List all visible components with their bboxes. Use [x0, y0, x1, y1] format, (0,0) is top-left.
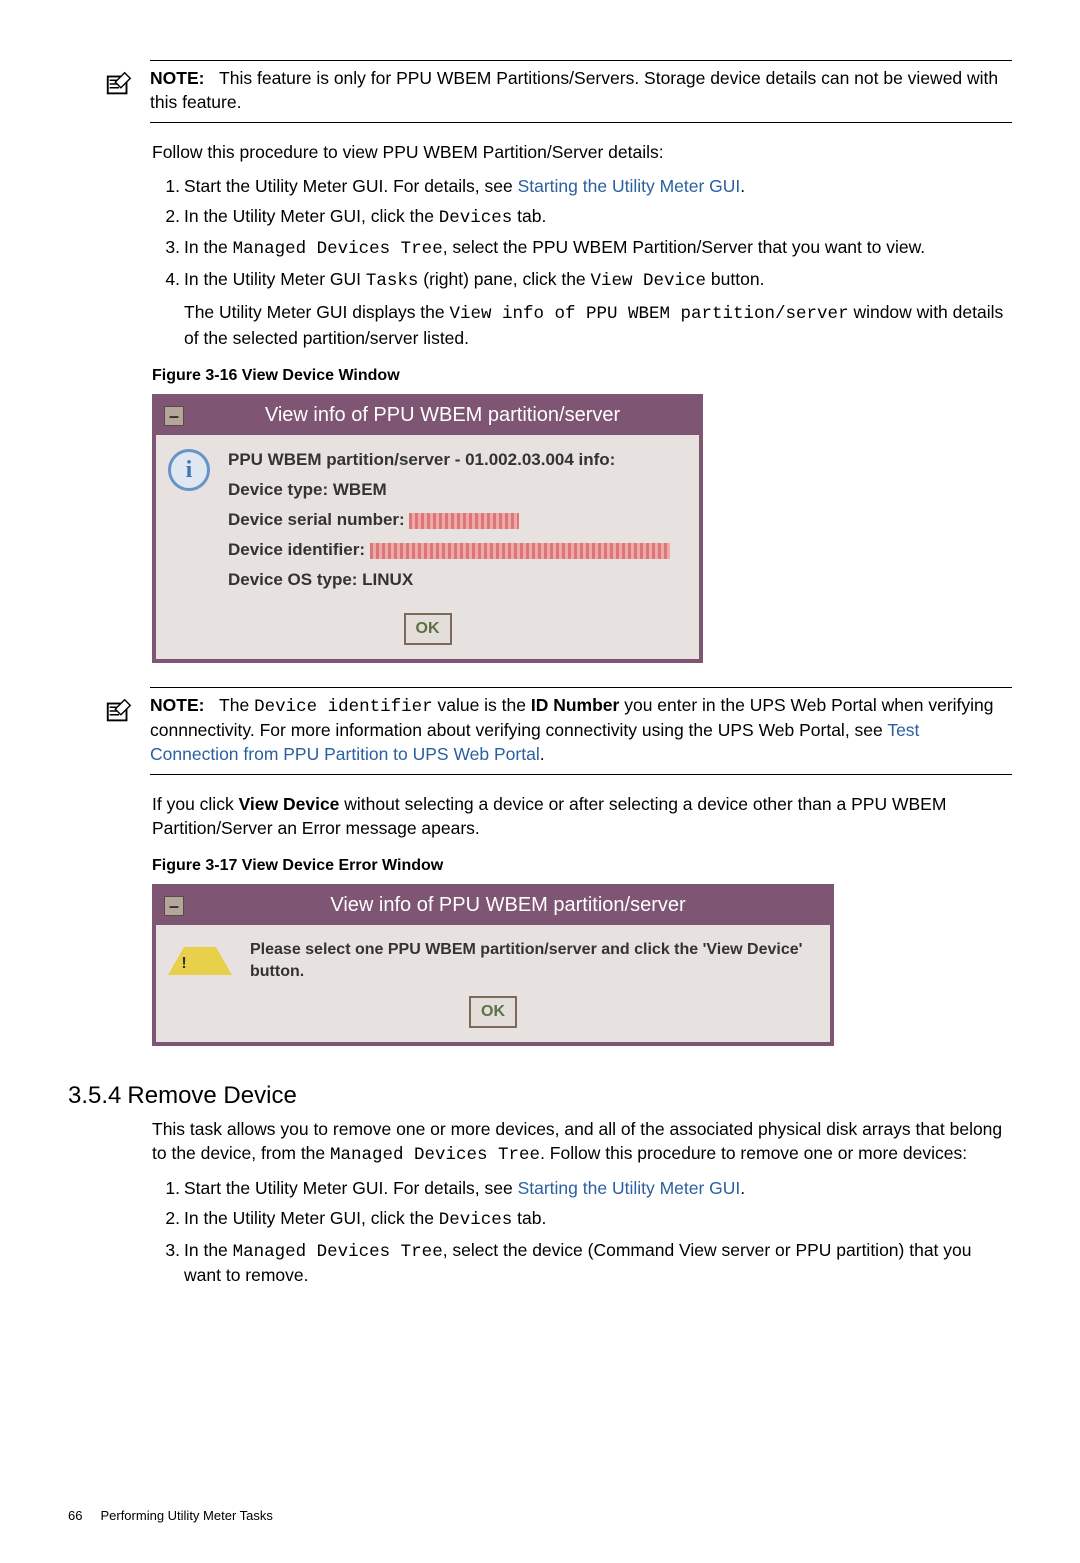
figure-caption-316: Figure 3-16 View Device Window [152, 365, 1012, 387]
view-device-dialog: – View info of PPU WBEM partition/server… [152, 394, 703, 662]
ok-button[interactable]: OK [404, 613, 452, 645]
dialog-info-lines: PPU WBEM partition/server - 01.002.03.00… [228, 449, 670, 599]
after-note-paragraph: If you click View Device without selecti… [152, 793, 1012, 840]
link-start-gui[interactable]: Starting the Utility Meter GUI [518, 176, 741, 196]
redacted-serial [409, 513, 519, 529]
info-icon: i [168, 449, 210, 491]
minimize-icon[interactable]: – [164, 896, 184, 916]
remove-intro: This task allows you to remove one or mo… [152, 1118, 1012, 1167]
section-number: 3.5.4 [68, 1082, 121, 1109]
note-label: NOTE: [150, 695, 204, 715]
view-device-error-dialog: – View info of PPU WBEM partition/server… [152, 884, 834, 1046]
ok-button[interactable]: OK [469, 996, 517, 1028]
step-3: In the Managed Devices Tree, select the … [152, 1239, 1012, 1288]
section-heading: 3.5.4Remove Device [68, 1082, 1012, 1110]
section-title: Remove Device [127, 1082, 296, 1109]
procedure-steps: Start the Utility Meter GUI. For details… [152, 175, 1012, 351]
note-body: This feature is only for PPU WBEM Partit… [150, 68, 998, 112]
dialog-titlebar: – View info of PPU WBEM partition/server [156, 398, 699, 435]
redacted-identifier [370, 543, 670, 559]
step-3: In the Managed Devices Tree, select the … [152, 236, 1012, 262]
figure-caption-317: Figure 3-17 View Device Error Window [152, 855, 1012, 877]
dialog-title: View info of PPU WBEM partition/server [194, 402, 691, 429]
link-start-gui[interactable]: Starting the Utility Meter GUI [518, 1178, 741, 1198]
page-number: 66 [68, 1508, 82, 1523]
remove-procedure-steps: Start the Utility Meter GUI. For details… [152, 1177, 1012, 1288]
step-1: Start the Utility Meter GUI. For details… [152, 175, 1012, 199]
warning-icon [168, 947, 232, 975]
note-block: NOTE: This feature is only for PPU WBEM … [150, 60, 1012, 123]
intro-paragraph: Follow this procedure to view PPU WBEM P… [152, 141, 1012, 165]
info-line-3: Device serial number: [228, 509, 670, 532]
dialog-title: View info of PPU WBEM partition/server [194, 892, 822, 919]
page-footer: 66 Performing Utility Meter Tasks [68, 1508, 1012, 1523]
note-text: NOTE: This feature is only for PPU WBEM … [150, 67, 1012, 114]
step-4: In the Utility Meter GUI Tasks (right) p… [152, 268, 1012, 351]
minimize-icon[interactable]: – [164, 406, 184, 426]
note-block-2: NOTE: The Device identifier value is the… [150, 687, 1012, 776]
note-icon [104, 69, 134, 104]
info-line-1: PPU WBEM partition/server - 01.002.03.00… [228, 449, 670, 472]
info-line-4: Device identifier: [228, 539, 670, 562]
step-1: Start the Utility Meter GUI. For details… [152, 1177, 1012, 1201]
dialog-titlebar: – View info of PPU WBEM partition/server [156, 888, 830, 925]
note-icon [104, 696, 134, 731]
step-2: In the Utility Meter GUI, click the Devi… [152, 1207, 1012, 1233]
error-message: Please select one PPU WBEM partition/ser… [250, 939, 810, 982]
step-2: In the Utility Meter GUI, click the Devi… [152, 205, 1012, 231]
note-text-2: NOTE: The Device identifier value is the… [150, 694, 1012, 767]
info-line-5: Device OS type: LINUX [228, 569, 670, 592]
footer-label: Performing Utility Meter Tasks [100, 1508, 272, 1523]
note-label: NOTE: [150, 68, 204, 88]
info-line-2: Device type: WBEM [228, 479, 670, 502]
